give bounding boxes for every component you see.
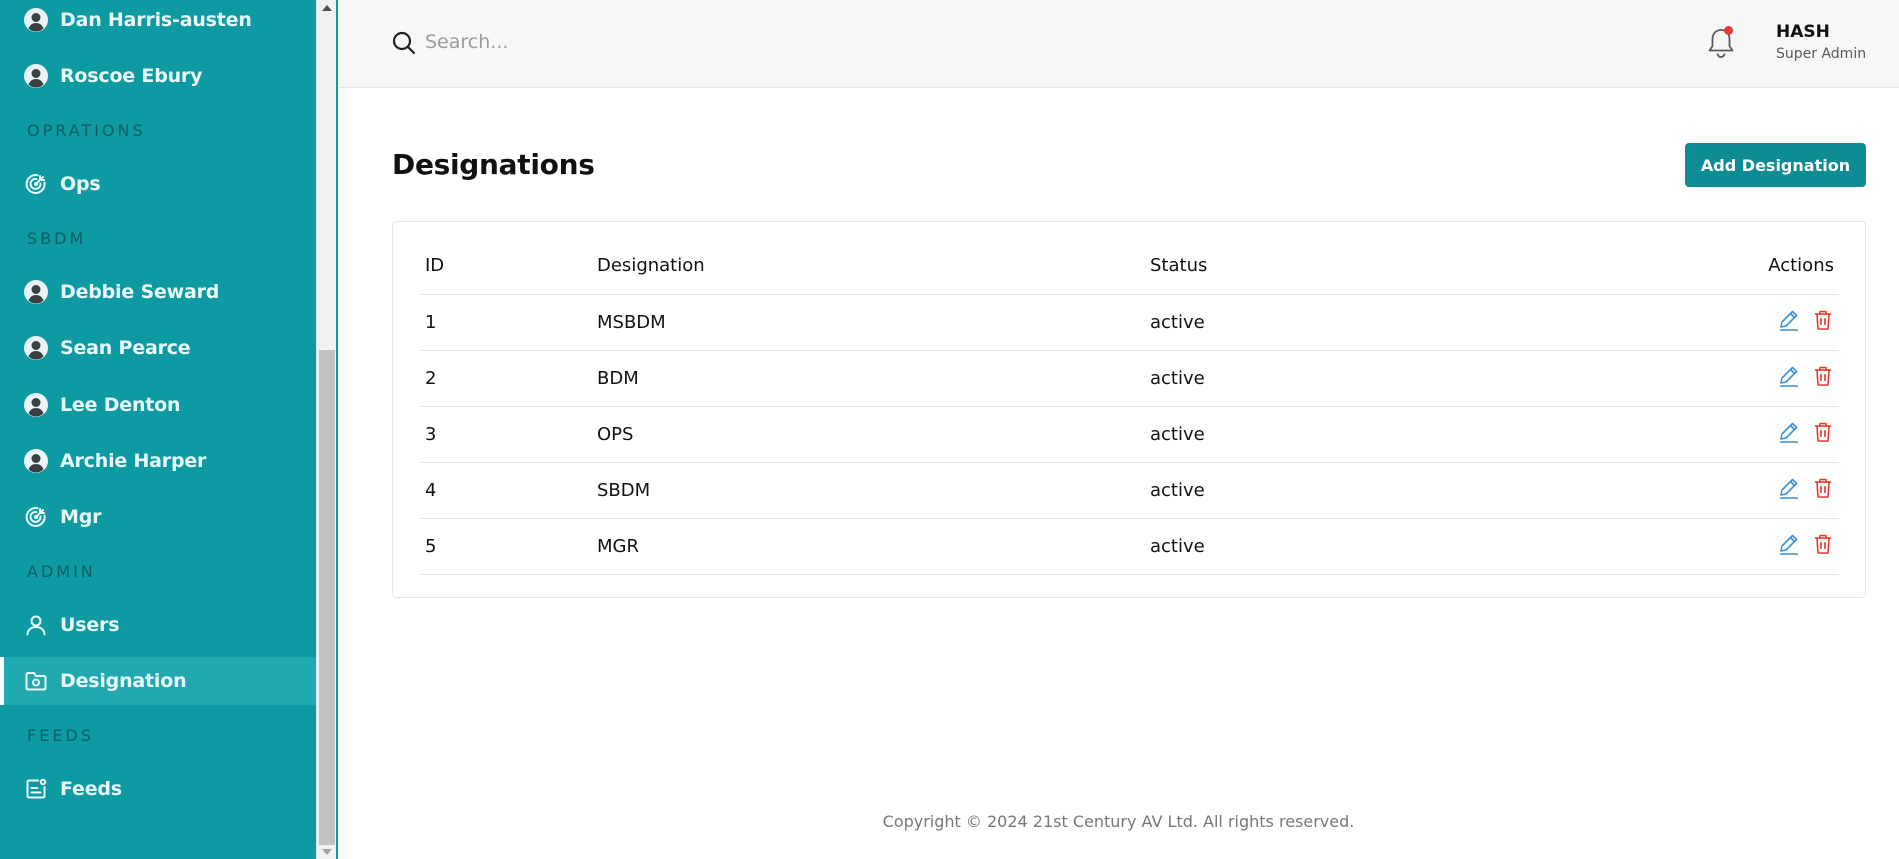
cell-id: 3 <box>420 406 592 463</box>
column-header-status: Status <box>1145 238 1456 295</box>
sidebar-item-designation[interactable]: Designation <box>0 657 316 705</box>
cell-designation: OPS <box>592 406 1145 463</box>
notification-badge <box>1724 26 1733 35</box>
delete-icon[interactable] <box>1812 421 1834 448</box>
delete-icon[interactable] <box>1812 365 1834 392</box>
page-title: Designations <box>392 148 595 181</box>
table-row: 2 BDM active <box>420 350 1838 407</box>
target-icon <box>23 171 49 197</box>
sidebar-item-label: Archie Harper <box>60 450 207 472</box>
add-designation-button[interactable]: Add Designation <box>1685 143 1866 187</box>
sidebar-item-roscoe-ebury[interactable]: Roscoe Ebury <box>0 52 316 100</box>
cell-id: 5 <box>420 518 592 575</box>
target-icon <box>23 504 49 530</box>
cell-status: active <box>1145 462 1456 519</box>
folder-badge-icon <box>23 668 49 694</box>
cell-designation: MGR <box>592 518 1145 575</box>
footer-copyright: Copyright © 2024 21st Century AV Ltd. Al… <box>882 812 1355 831</box>
feed-icon <box>23 776 49 802</box>
sidebar-item-label: Mgr <box>60 506 102 528</box>
cell-designation: BDM <box>592 350 1145 407</box>
topbar: HASH Super Admin <box>338 0 1899 88</box>
scroll-down-arrow-icon[interactable] <box>322 849 332 855</box>
sidebar-item-sean-pearce[interactable]: Sean Pearce <box>0 324 316 372</box>
avatar-icon <box>23 7 49 33</box>
sidebar-item-label: Feeds <box>60 778 122 800</box>
column-header-id: ID <box>420 238 592 295</box>
avatar-icon <box>23 335 49 361</box>
search-icon[interactable] <box>391 30 417 60</box>
section-title-sbdm: SBDM <box>27 229 87 248</box>
sidebar-item-archie-harper[interactable]: Archie Harper <box>0 437 316 485</box>
cell-actions <box>1455 462 1838 519</box>
delete-icon[interactable] <box>1812 533 1834 560</box>
sidebar-item-lee-denton[interactable]: Lee Denton <box>0 381 316 429</box>
sidebar-item-label: Dan Harris-austen <box>60 9 252 31</box>
section-title-feeds: FEEDS <box>27 726 94 745</box>
user-role: Super Admin <box>1776 46 1867 62</box>
sidebar-item-label: Lee Denton <box>60 394 181 416</box>
sidebar-item-label: Roscoe Ebury <box>60 65 203 87</box>
sidebar-item-label: Sean Pearce <box>60 337 191 359</box>
scrollbar-thumb[interactable] <box>319 350 335 845</box>
avatar-icon <box>23 392 49 418</box>
sidebar-item-feeds[interactable]: Feeds <box>0 765 316 813</box>
edit-icon[interactable] <box>1778 477 1800 504</box>
avatar-icon <box>23 279 49 305</box>
sidebar-item-ops[interactable]: Ops <box>0 160 316 208</box>
sidebar-item-debbie-seward[interactable]: Debbie Seward <box>0 268 316 316</box>
sidebar-item-mgr[interactable]: Mgr <box>0 493 316 541</box>
section-title-operations: OPRATIONS <box>27 121 146 140</box>
sidebar-item-label: Debbie Seward <box>60 281 220 303</box>
section-title-admin: ADMIN <box>27 562 96 581</box>
scroll-up-arrow-icon[interactable] <box>322 5 332 11</box>
avatar-icon <box>23 63 49 89</box>
cell-actions <box>1455 406 1838 463</box>
sidebar-item-label: Users <box>60 614 120 636</box>
cell-status: active <box>1145 294 1456 351</box>
cell-id: 4 <box>420 462 592 519</box>
cell-actions <box>1455 350 1838 407</box>
cell-designation: MSBDM <box>592 294 1145 351</box>
cell-designation: SBDM <box>592 462 1145 519</box>
sidebar-divider <box>336 0 338 859</box>
user-name[interactable]: HASH <box>1776 22 1830 42</box>
column-header-actions: Actions <box>1455 238 1838 295</box>
cell-id: 2 <box>420 350 592 407</box>
cell-actions <box>1455 294 1838 351</box>
edit-icon[interactable] <box>1778 365 1800 392</box>
cell-actions <box>1455 518 1838 575</box>
edit-icon[interactable] <box>1778 309 1800 336</box>
designations-table-card: ID Designation Status Actions 1 MSBDM ac… <box>392 221 1866 598</box>
cell-id: 1 <box>420 294 592 351</box>
delete-icon[interactable] <box>1812 309 1834 336</box>
table-row: 3 OPS active <box>420 406 1838 463</box>
sidebar-item-users[interactable]: Users <box>0 601 316 649</box>
table-header-row: ID Designation Status Actions <box>420 238 1838 295</box>
user-icon <box>23 612 49 638</box>
designations-table: ID Designation Status Actions 1 MSBDM ac… <box>420 238 1838 575</box>
sidebar-scrollbar[interactable] <box>316 0 336 859</box>
column-header-designation: Designation <box>592 238 1145 295</box>
sidebar-item-label: Designation <box>60 670 187 692</box>
edit-icon[interactable] <box>1778 421 1800 448</box>
search-input[interactable] <box>425 26 825 58</box>
sidebar-item-label: Ops <box>60 173 101 195</box>
cell-status: active <box>1145 350 1456 407</box>
cell-status: active <box>1145 406 1456 463</box>
avatar-icon <box>23 448 49 474</box>
edit-icon[interactable] <box>1778 533 1800 560</box>
sidebar-item-dan-harris-austen[interactable]: Dan Harris-austen <box>0 0 316 44</box>
table-row: 5 MGR active <box>420 518 1838 575</box>
table-row: 1 MSBDM active <box>420 294 1838 351</box>
delete-icon[interactable] <box>1812 477 1834 504</box>
table-row: 4 SBDM active <box>420 462 1838 519</box>
cell-status: active <box>1145 518 1456 575</box>
sidebar: Dan Harris-austen Roscoe Ebury OPRATIONS… <box>0 0 316 859</box>
